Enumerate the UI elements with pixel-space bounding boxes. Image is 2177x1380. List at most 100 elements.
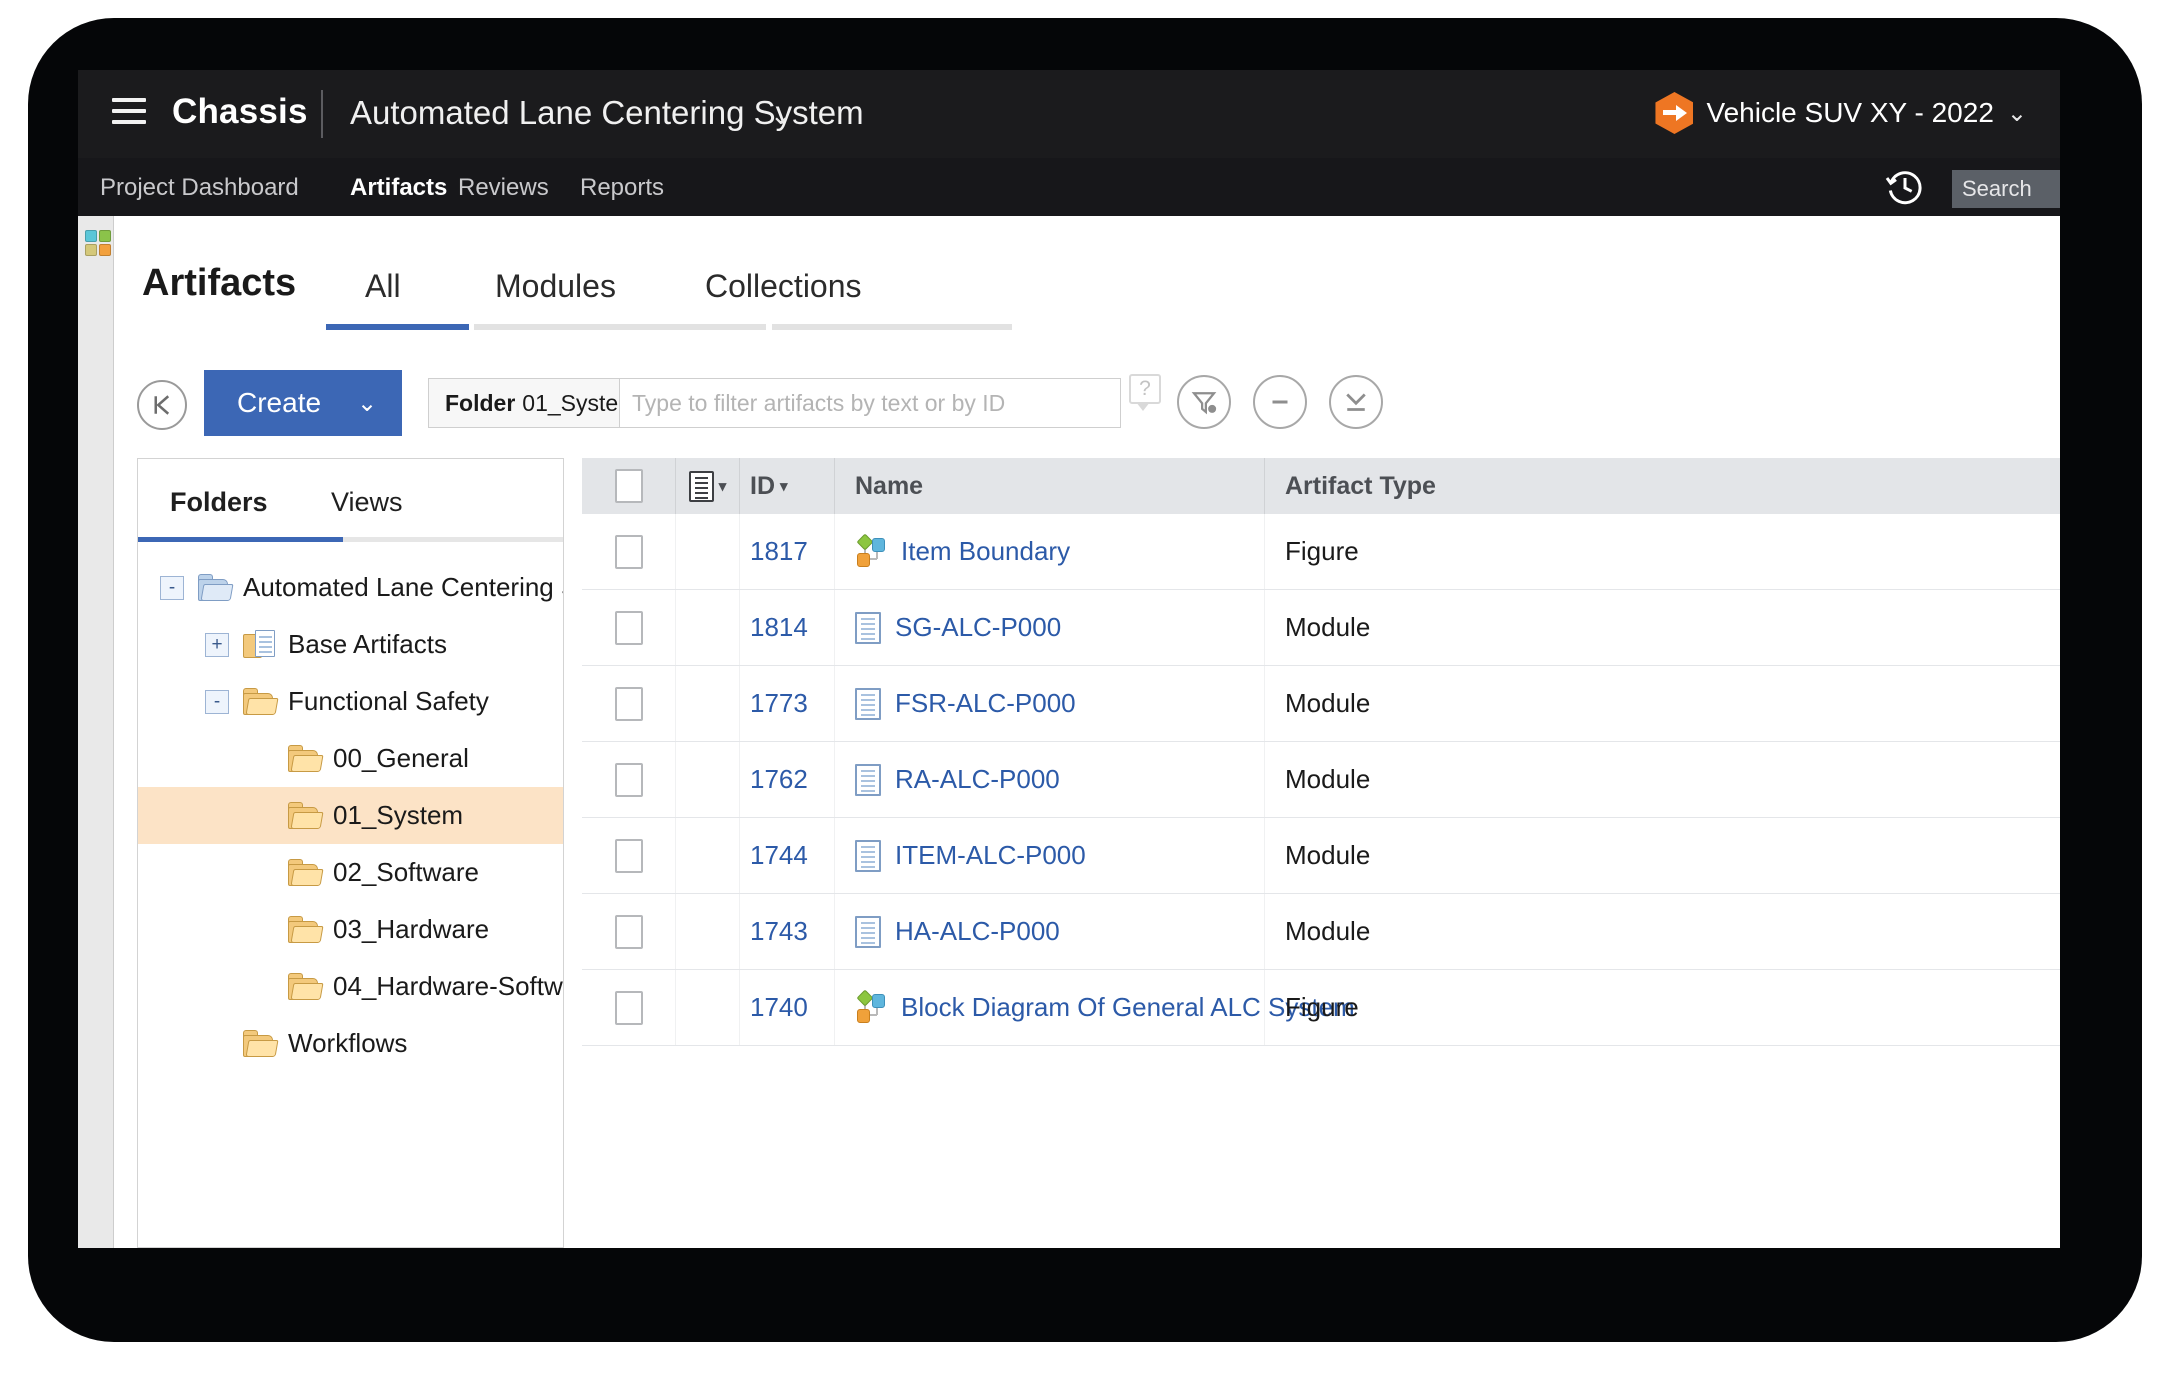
left-rail [78,216,114,1248]
artifact-id-link[interactable]: 1762 [750,764,808,795]
artifacts-toolbar: Create ⌄ Folder 01_System ? [115,366,2060,452]
artifact-id-link[interactable]: 1817 [750,536,808,567]
folder-tree-item[interactable]: - Automated Lane Centering System [138,559,563,616]
artifact-type-value: Module [1285,688,1370,719]
artifact-name-link[interactable]: FSR-ALC-P000 [895,688,1076,719]
column-header-artifact-type[interactable]: Artifact Type [1265,458,2060,514]
artifact-name-link[interactable]: HA-ALC-P000 [895,916,1060,947]
tab-underline-all [326,324,469,330]
artifact-id-link[interactable]: 1743 [750,916,808,947]
folder-tree-item[interactable]: - Functional Safety [138,673,563,730]
folder-tree-item-label: 00_General [333,743,469,774]
tree-toggle-expand-icon[interactable]: + [205,633,229,657]
artifact-id-link[interactable]: 1814 [750,612,808,643]
folder-tree-item-label: Automated Lane Centering System [243,572,564,603]
column-select-all [582,458,676,514]
nav-item-artifacts[interactable]: Artifacts [350,174,447,202]
folder-tree-item[interactable]: +Base Artifacts [138,616,563,673]
folder-tree-item[interactable]: 01_System [138,787,563,844]
artifact-id-link[interactable]: 1773 [750,688,808,719]
artifacts-table: ▾ ID ▾ Name Artifact Type 1817 Item Bound… [582,458,2060,1248]
configuration-selector[interactable]: Vehicle SUV XY - 2022 ⌄ [1655,92,2027,134]
artifact-name-link[interactable]: RA-ALC-P000 [895,764,1060,795]
history-clock-icon[interactable] [1885,168,1925,208]
folder-tree-item-label: 03_Hardware [333,914,489,945]
search-input[interactable]: Search [1952,170,2060,208]
module-document-icon [855,612,881,644]
filter-funnel-add-icon[interactable] [1177,375,1231,429]
folder-tree-item[interactable]: Workflows [138,1015,563,1072]
folder-tree-item-label: 04_Hardware-Software Interfac [333,971,564,1002]
column-header-name[interactable]: Name [835,458,1265,514]
nav-item-project-dashboard[interactable]: Project Dashboard [100,174,299,202]
folder-tree-item[interactable]: 04_Hardware-Software Interfac [138,958,563,1015]
folder-chip-label: Folder [445,390,515,417]
table-row[interactable]: 1817Item BoundaryFigure [582,514,2060,590]
expand-all-icon[interactable] [1329,375,1383,429]
tab-underline-modules [474,324,766,330]
folder-tree-item[interactable]: 03_Hardware [138,901,563,958]
row-checkbox[interactable] [615,611,643,645]
tree-toggle-collapse-icon[interactable]: - [160,576,184,600]
panel-tab-views[interactable]: Views [331,487,403,518]
collapse-left-panel-icon[interactable] [137,380,187,430]
artifact-type-value: Module [1285,764,1370,795]
module-document-icon [855,688,881,720]
select-all-checkbox[interactable] [615,469,643,503]
row-checkbox[interactable] [615,915,643,949]
minus-circle-icon[interactable] [1253,375,1307,429]
artifact-id-link[interactable]: 1744 [750,840,808,871]
row-checkbox[interactable] [615,839,643,873]
row-name-cell: Block Diagram Of General ALC System [835,970,1265,1045]
artifact-name-link[interactable]: Item Boundary [901,536,1070,567]
nav-item-reviews[interactable]: Reviews [458,174,549,202]
row-artifact-type-cell: Module [1265,818,2060,893]
column-type-icon[interactable]: ▾ [676,458,740,514]
row-type-icon-cell [676,970,740,1045]
question-mark-icon[interactable]: ? [1129,374,1161,404]
artifact-id-link[interactable]: 1740 [750,992,808,1023]
row-select-cell [582,514,676,589]
column-header-id[interactable]: ID ▾ [740,458,835,514]
tab-all[interactable]: All [365,268,401,305]
row-id-cell: 1740 [740,970,835,1045]
table-row[interactable]: 1744 ITEM-ALC-P000 Module [582,818,2060,894]
artifact-type-value: Module [1285,916,1370,947]
artifact-name-link[interactable]: SG-ALC-P000 [895,612,1061,643]
configuration-label: Vehicle SUV XY - 2022 [1706,97,1993,129]
row-select-cell [582,818,676,893]
open-folder-icon [243,1030,277,1057]
create-button[interactable]: Create ⌄ [204,370,402,436]
table-row[interactable]: 1743 HA-ALC-P000 Module [582,894,2060,970]
table-row[interactable]: 1773 FSR-ALC-P000 Module [582,666,2060,742]
row-name-cell: SG-ALC-P000 [835,590,1265,665]
nav-item-reports[interactable]: Reports [580,174,664,202]
tab-collections[interactable]: Collections [705,268,862,305]
artifact-name-link[interactable]: ITEM-ALC-P000 [895,840,1086,871]
row-checkbox[interactable] [615,535,643,569]
open-folder-icon [288,859,322,886]
row-name-cell: HA-ALC-P000 [835,894,1265,969]
hamburger-menu-icon[interactable] [112,98,146,126]
row-checkbox[interactable] [615,763,643,797]
table-row[interactable]: 1762 RA-ALC-P000 Module [582,742,2060,818]
apps-grid-icon[interactable] [85,230,111,256]
folder-tree-item-label: Functional Safety [288,686,489,717]
panel-tab-folders[interactable]: Folders [170,487,268,518]
row-select-cell [582,742,676,817]
document-type-icon [689,471,714,502]
project-chevron-down-icon[interactable]: ⌄ [770,100,792,131]
row-checkbox[interactable] [615,991,643,1025]
folder-tree-item-label: Workflows [288,1028,407,1059]
folder-tree-item[interactable]: 02_Software [138,844,563,901]
filter-input[interactable] [619,378,1121,428]
tree-toggle-collapse-icon[interactable]: - [205,690,229,714]
row-checkbox[interactable] [615,687,643,721]
table-row[interactable]: 1814SG-ALC-P000Module [582,590,2060,666]
folder-tree-item[interactable]: 00_General [138,730,563,787]
tab-modules[interactable]: Modules [495,268,616,305]
artifact-type-value: Figure [1285,992,1359,1023]
row-type-icon-cell [676,818,740,893]
folder-tree: - Automated Lane Centering System +Base Ar… [138,559,563,1072]
table-row[interactable]: 1740 Block Diagram Of General ALC System F… [582,970,2060,1046]
